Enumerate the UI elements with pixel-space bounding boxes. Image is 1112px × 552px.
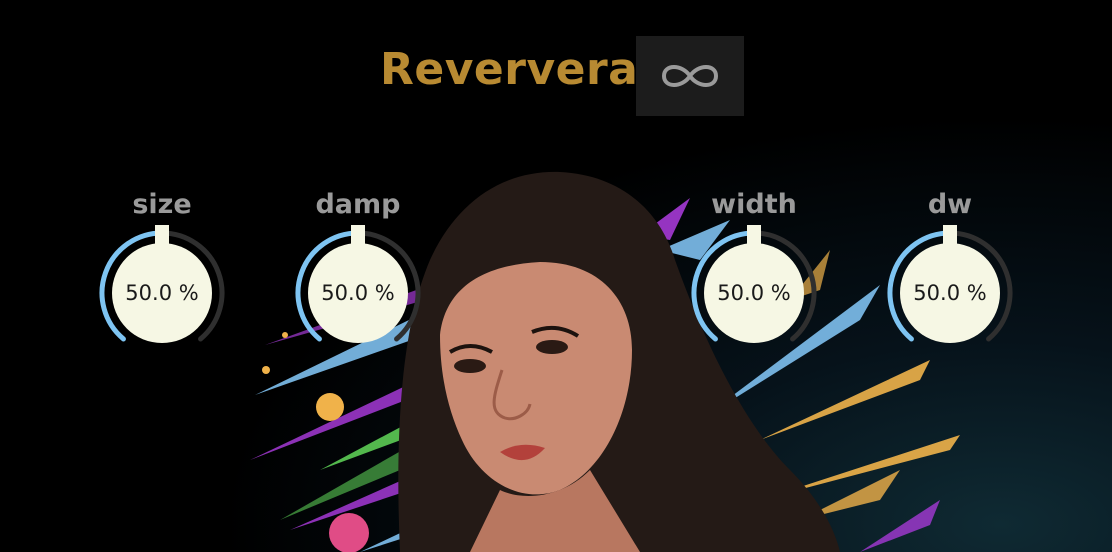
size-knob: size 50.0 % [92,187,232,367]
infinity-icon [661,65,719,87]
size-knob-label: size [132,189,192,220]
width-knob-value: 50.0 % [717,281,791,305]
damp-knob: damp 50.0 % [288,187,428,367]
dw-knob-pointer [943,225,957,251]
width-knob-label: width [711,189,797,220]
dw-knob-value: 50.0 % [913,281,987,305]
size-knob-pointer [155,225,169,251]
loop-toggle-button[interactable] [636,36,744,116]
damp-knob-label: damp [315,189,401,220]
plugin-title: Reververa [380,44,639,95]
width-knob: width 50.0 % [684,187,824,367]
plugin-window: Reververa size 50.0 % damp 50.0 % width … [0,0,1112,552]
dw-knob: dw 50.0 % [880,187,1020,367]
size-knob-value: 50.0 % [125,281,199,305]
damp-knob-pointer [351,225,365,251]
damp-knob-value: 50.0 % [321,281,395,305]
dw-knob-label: dw [927,189,973,220]
width-knob-pointer [747,225,761,251]
